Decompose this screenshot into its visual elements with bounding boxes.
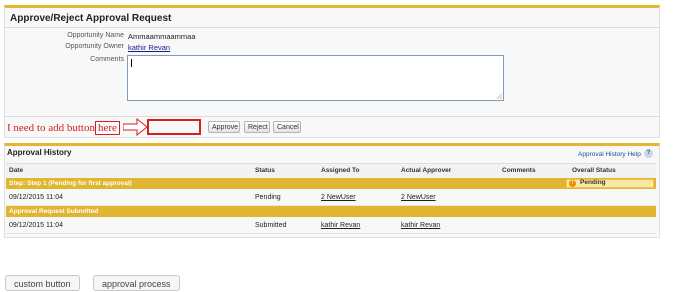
help-icon[interactable]: ? <box>644 149 653 158</box>
column-header-actual-approver: Actual Approver <box>401 167 452 174</box>
approve-button[interactable]: Approve <box>208 121 240 133</box>
opportunity-name-label: Opportunity Name <box>67 32 124 39</box>
row-date: 09/12/2015 11:04 <box>9 194 63 201</box>
row-actual-approver-link[interactable]: kathir Revan <box>401 222 440 229</box>
reject-button[interactable]: Reject <box>244 121 270 133</box>
approval-process-button[interactable]: approval process <box>93 275 180 291</box>
annotation-note: I need to add button here <box>7 121 120 135</box>
button-bar-divider <box>5 116 659 117</box>
annotation-placeholder-box <box>147 119 201 135</box>
column-header-comments: Comments <box>502 167 536 174</box>
cancel-button[interactable]: Cancel <box>273 121 301 133</box>
row-status: Pending <box>255 194 281 201</box>
row-date: 09/12/2015 11:04 <box>9 222 63 229</box>
column-header-overall-status: Overall Status <box>572 167 616 174</box>
title-divider <box>5 27 659 28</box>
row-assigned-to-link[interactable]: 2 NewUser <box>321 194 356 201</box>
column-header-status: Status <box>255 167 275 174</box>
annotation-text: I need to add button <box>7 122 95 134</box>
row-divider <box>6 233 656 234</box>
history-title: Approval History <box>7 148 72 157</box>
opportunity-name-value: Ammaammaammaa <box>128 32 196 41</box>
comments-label: Comments <box>90 56 124 63</box>
opportunity-owner-label: Opportunity Owner <box>65 43 124 50</box>
column-header-assigned-to: Assigned To <box>321 167 360 174</box>
comments-textarea[interactable] <box>127 55 504 101</box>
text-caret <box>131 59 132 67</box>
approval-history-help-link[interactable]: Approval History Help <box>578 151 641 158</box>
annotation-arrow-icon <box>123 118 148 136</box>
column-header-date: Date <box>9 167 24 174</box>
annotation-here: here <box>94 121 120 135</box>
row-assigned-to-link[interactable]: kathir Revan <box>321 222 360 229</box>
step-group-label: Step: Step 1 (Pending for first approval… <box>9 180 132 187</box>
row-status: Submitted <box>255 222 287 229</box>
resize-handle-icon[interactable] <box>496 93 502 99</box>
overall-status-text: Pending <box>580 179 606 186</box>
page-title: Approve/Reject Approval Request <box>10 13 172 24</box>
pending-clock-icon: ! <box>569 180 576 187</box>
submitted-group-row <box>6 206 656 217</box>
submitted-group-label: Approval Request Submitted <box>9 208 99 215</box>
opportunity-owner-link[interactable]: kathir Revan <box>128 43 170 52</box>
custom-button[interactable]: custom button <box>5 275 80 291</box>
row-actual-approver-link[interactable]: 2 NewUser <box>401 194 436 201</box>
